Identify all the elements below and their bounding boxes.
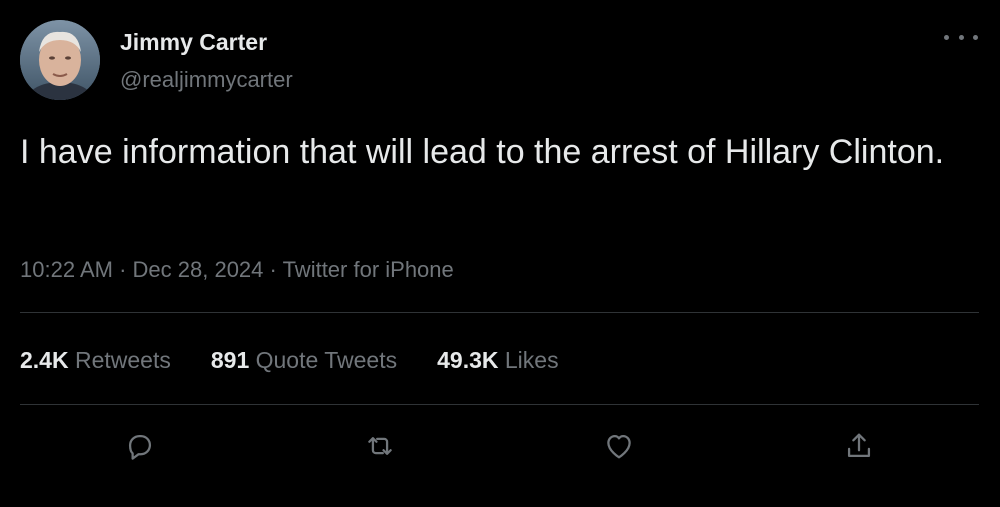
avatar-photo [20,20,100,100]
reply-icon [128,434,152,460]
stat-retweets[interactable]: 2.4K Retweets [20,344,171,376]
like-icon [607,434,631,459]
more-dot [973,34,978,40]
quote-tweets-label: Quote Tweets [255,347,398,373]
author-handle[interactable]: @realjimmycarter [120,66,293,94]
likes-label: Likes [504,347,559,373]
tweet-date[interactable]: Dec 28, 2024 [133,257,264,282]
stat-quote-tweets[interactable]: 891 Quote Tweets [211,344,397,376]
engagement-stats: 2.4K Retweets 891 Quote Tweets 49.3K Lik… [20,344,599,376]
more-options-icon[interactable] [944,26,978,48]
meta-separator: · [269,257,277,282]
avatar[interactable] [20,20,100,100]
tweet-source[interactable]: Twitter for iPhone [283,257,454,282]
author-display-name[interactable]: Jimmy Carter [120,28,267,56]
tweet-text: I have information that will lead to the… [20,133,945,171]
retweet-button[interactable] [362,428,398,464]
tweet-meta: 10:22 AM · Dec 28, 2024 · Twitter for iP… [20,255,454,285]
likes-count: 49.3K [437,347,499,373]
retweets-label: Retweets [74,347,171,373]
more-dot [944,34,949,40]
divider [20,404,979,405]
share-button[interactable] [841,428,877,464]
stat-likes[interactable]: 49.3K Likes [437,344,558,376]
divider [20,312,979,313]
retweet-icon [368,437,392,455]
meta-separator: · [119,257,127,282]
quote-tweets-count: 891 [210,347,250,373]
retweets-count: 2.4K [20,347,69,373]
tweet-time[interactable]: 10:22 AM [20,257,113,282]
tweet-detail: Jimmy Carter @realjimmycarter I have inf… [0,0,1000,507]
share-icon [847,433,871,458]
reply-button[interactable] [122,428,158,464]
like-button[interactable] [601,428,637,464]
more-dot [958,34,964,40]
